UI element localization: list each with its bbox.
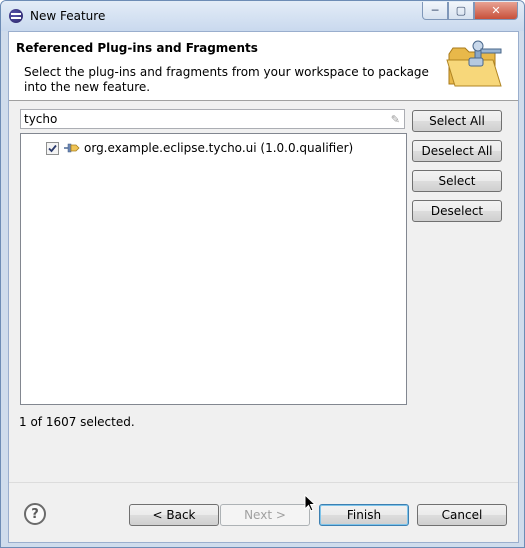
help-button[interactable]: ? xyxy=(24,503,46,525)
page-description: Select the plug-ins and fragments from y… xyxy=(24,65,429,94)
dialog-window: New Feature ─ ▢ ✕ Referenced Plug-ins an… xyxy=(0,0,525,548)
window-controls: ─ ▢ ✕ xyxy=(422,2,518,20)
next-button[interactable]: Next > xyxy=(220,504,310,526)
wizard-header: Referenced Plug-ins and Fragments Select… xyxy=(9,32,518,101)
filter-input[interactable] xyxy=(21,110,374,128)
mouse-cursor-icon xyxy=(304,494,316,512)
select-all-button[interactable]: Select All xyxy=(412,110,502,132)
plugin-icon xyxy=(64,143,80,153)
filter-box: ✎ xyxy=(20,109,405,129)
tree-item[interactable]: org.example.eclipse.tycho.ui (1.0.0.qual… xyxy=(32,140,353,156)
help-icon: ? xyxy=(31,506,39,522)
finish-button[interactable]: Finish xyxy=(319,504,409,526)
close-icon: ✕ xyxy=(491,4,501,17)
page-title: Referenced Plug-ins and Fragments xyxy=(16,41,258,55)
plugin-checkbox[interactable] xyxy=(46,141,59,155)
maximize-icon: ▢ xyxy=(455,4,467,17)
checkmark-icon xyxy=(48,144,57,152)
plugin-tree[interactable]: org.example.eclipse.tycho.ui (1.0.0.qual… xyxy=(20,133,407,405)
tree-item-label: org.example.eclipse.tycho.ui (1.0.0.qual… xyxy=(84,141,354,155)
window-title: New Feature xyxy=(30,9,106,23)
feature-folder-icon xyxy=(446,40,502,87)
title-bar[interactable]: New Feature ─ ▢ ✕ xyxy=(1,1,524,31)
minimize-icon: ─ xyxy=(431,4,439,17)
minimize-button[interactable]: ─ xyxy=(422,2,448,20)
close-button[interactable]: ✕ xyxy=(474,2,518,20)
back-button[interactable]: < Back xyxy=(129,504,219,526)
deselect-all-button[interactable]: Deselect All xyxy=(412,140,502,162)
maximize-button[interactable]: ▢ xyxy=(448,2,474,20)
selection-buttons: Select All Deselect All Select Deselect xyxy=(412,110,503,230)
selection-count: 1 of 1607 selected. xyxy=(19,415,135,429)
clear-filter-icon[interactable]: ✎ xyxy=(391,113,400,126)
eclipse-icon xyxy=(9,9,23,23)
deselect-button[interactable]: Deselect xyxy=(412,200,502,222)
cancel-button[interactable]: Cancel xyxy=(417,504,507,526)
footer-divider xyxy=(9,482,518,483)
dialog-content: Referenced Plug-ins and Fragments Select… xyxy=(8,31,519,543)
select-button[interactable]: Select xyxy=(412,170,502,192)
